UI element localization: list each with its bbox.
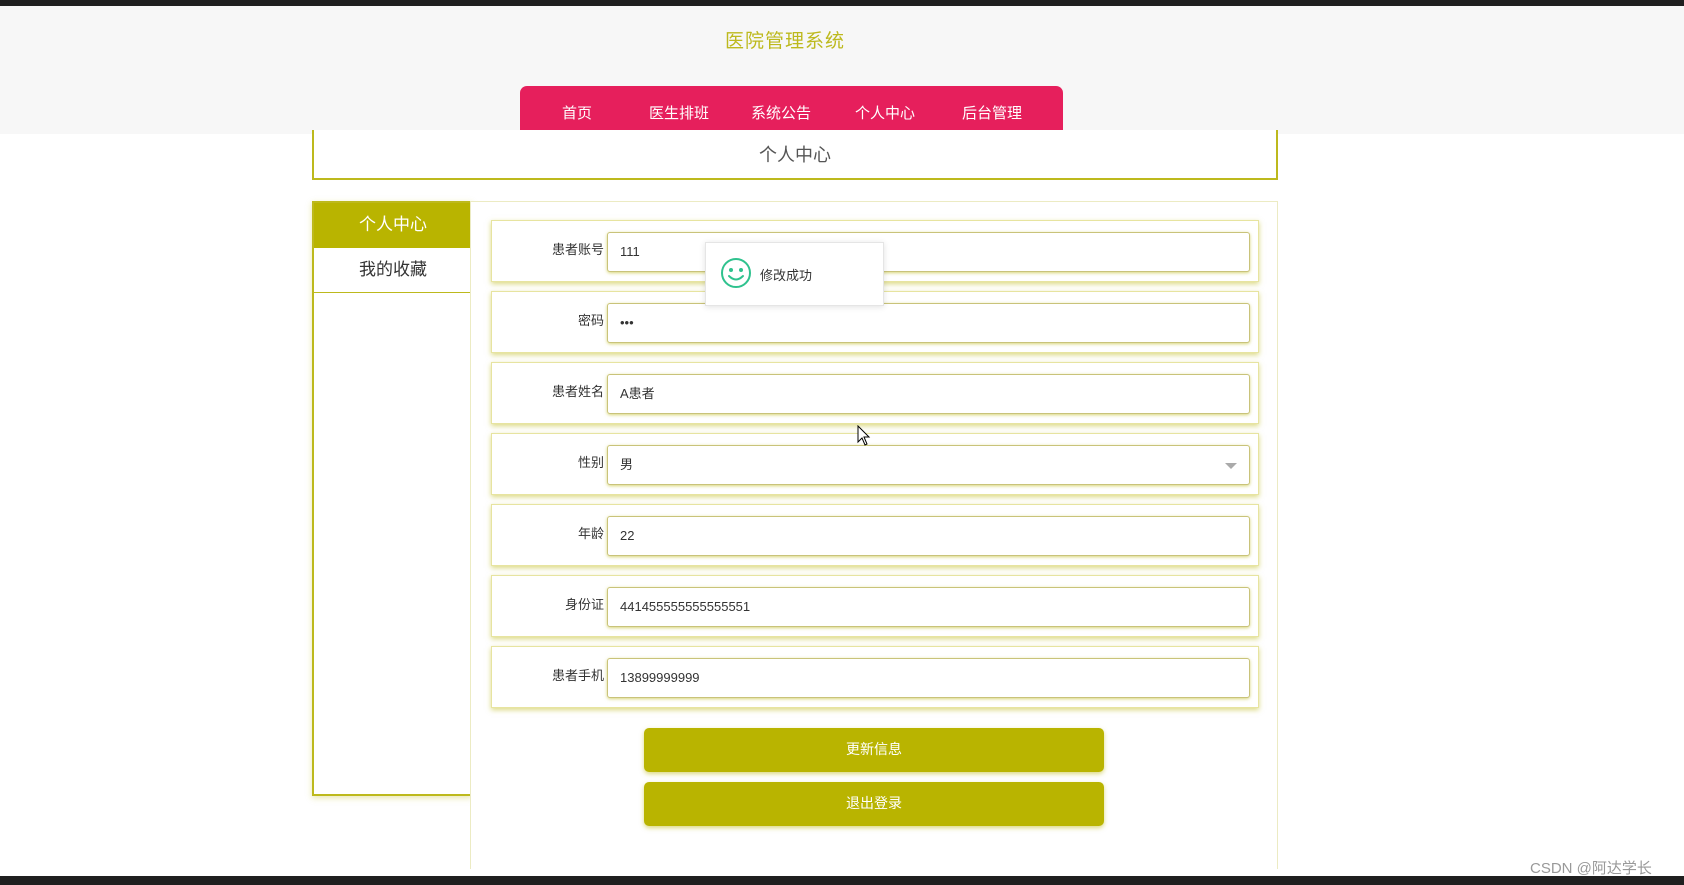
form-row-gender: 性别 男 bbox=[491, 433, 1259, 495]
update-info-button[interactable]: 更新信息 bbox=[644, 728, 1104, 772]
phone-label: 患者手机 bbox=[551, 669, 604, 684]
logout-button[interactable]: 退出登录 bbox=[644, 782, 1104, 826]
page-title-box: 个人中心 bbox=[312, 130, 1278, 180]
form-row-age: 年龄 22 bbox=[491, 504, 1259, 566]
password-input[interactable]: ••• bbox=[607, 303, 1250, 343]
smile-icon bbox=[721, 258, 751, 288]
watermark: CSDN @阿达学长 bbox=[1530, 860, 1652, 877]
phone-input[interactable]: 13899999999 bbox=[607, 658, 1250, 698]
window-bottom-bar bbox=[0, 876, 1684, 885]
gender-label: 性别 bbox=[577, 456, 604, 471]
account-label: 患者账号 bbox=[551, 243, 604, 258]
header: 医院管理系统 首页 医生排班 系统公告 个人中心 后台管理 bbox=[0, 6, 1684, 140]
name-label: 患者姓名 bbox=[551, 385, 604, 400]
id-card-input[interactable]: 441455555555555551 bbox=[607, 587, 1250, 627]
gender-select[interactable]: 男 bbox=[607, 445, 1250, 485]
sidebar-item-personal-center[interactable]: 个人中心 bbox=[314, 203, 472, 248]
success-toast: 修改成功 bbox=[705, 242, 884, 306]
form-row-phone: 患者手机 13899999999 bbox=[491, 646, 1259, 708]
form-row-name: 患者姓名 A患者 bbox=[491, 362, 1259, 424]
account-input[interactable]: 111 bbox=[607, 232, 1250, 272]
password-label: 密码 bbox=[577, 314, 604, 329]
toast-message: 修改成功 bbox=[760, 269, 813, 284]
site-title: 医院管理系统 bbox=[724, 30, 845, 52]
page-title: 个人中心 bbox=[759, 145, 831, 166]
id-card-label: 身份证 bbox=[564, 598, 604, 613]
name-input[interactable]: A患者 bbox=[607, 374, 1250, 414]
gender-selected-value: 男 bbox=[620, 457, 634, 472]
sidebar-item-favorites[interactable]: 我的收藏 bbox=[314, 248, 472, 293]
mouse-cursor-icon bbox=[857, 425, 871, 446]
age-label: 年龄 bbox=[577, 527, 604, 542]
age-input[interactable]: 22 bbox=[607, 516, 1250, 556]
chevron-down-icon[interactable] bbox=[1225, 463, 1237, 469]
form-row-id-card: 身份证 441455555555555551 bbox=[491, 575, 1259, 637]
sidebar: 个人中心 我的收藏 bbox=[312, 201, 472, 796]
